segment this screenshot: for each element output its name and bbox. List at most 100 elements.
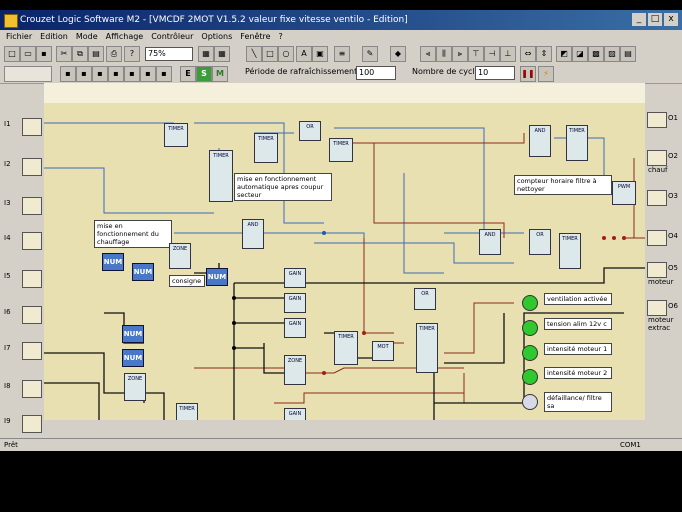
input-terminal-i5[interactable] (22, 270, 42, 288)
align-top-icon[interactable]: ⊤ (468, 46, 484, 62)
cut-icon[interactable]: ✂ (56, 46, 72, 62)
new-file-icon[interactable]: □ (4, 46, 20, 62)
help-icon[interactable]: ? (124, 46, 140, 62)
pen-color-icon[interactable]: ✎ (362, 46, 378, 62)
sim-tool-4-icon[interactable]: ▪ (108, 66, 124, 82)
sim-tool-2-icon[interactable]: ▪ (76, 66, 92, 82)
comment-auto-restart[interactable]: mise en fonctionnement automatique apres… (234, 173, 332, 201)
gain-block[interactable]: GAIN (284, 318, 306, 338)
copy-icon[interactable]: ⧉ (72, 46, 88, 62)
cycles-input[interactable]: 10 (475, 66, 515, 80)
output-terminal-o1[interactable] (647, 112, 667, 128)
sim-tool-6-icon[interactable]: ▪ (140, 66, 156, 82)
timer-block[interactable]: TIMER (254, 133, 278, 163)
output-terminal-o4[interactable] (647, 230, 667, 246)
input-terminal-i9[interactable] (22, 415, 42, 433)
menu-fichier[interactable]: Fichier (6, 30, 32, 43)
align-bottom-icon[interactable]: ⊥ (500, 46, 516, 62)
line-style-icon[interactable]: ≡ (334, 46, 350, 62)
numeric-constant-block[interactable]: NUM (132, 263, 154, 281)
numeric-constant-block[interactable]: NUM (102, 253, 124, 271)
ellipse-tool-icon[interactable]: ○ (278, 46, 294, 62)
grid-icon[interactable]: ▦ (198, 46, 214, 62)
comment-motor2-current[interactable]: intensité moteur 2 (544, 367, 612, 379)
or-gate-block[interactable]: OR (414, 288, 436, 310)
text-tool-icon[interactable]: A (296, 46, 312, 62)
comment-motor1-current[interactable]: intensité moteur 1 (544, 343, 612, 355)
simulation-mode-button[interactable]: S (196, 66, 212, 82)
sim-tool-1-icon[interactable]: ▪ (60, 66, 76, 82)
menu-fenetre[interactable]: Fenêtre (240, 30, 270, 43)
mot-block[interactable]: MOT (372, 341, 394, 361)
menu-edition[interactable]: Edition (40, 30, 68, 43)
timer-block[interactable]: TIMER (566, 125, 588, 161)
maximize-button[interactable]: □ (648, 13, 662, 26)
zone-compare-block[interactable]: ZONE (124, 373, 146, 401)
input-terminal-i7[interactable] (22, 342, 42, 360)
menu-affichage[interactable]: Affichage (106, 30, 144, 43)
timer-block[interactable]: TIMER (176, 403, 198, 420)
or-gate-block[interactable]: OR (529, 229, 551, 255)
input-terminal-i8[interactable] (22, 380, 42, 398)
edit-mode-button[interactable]: E (180, 66, 196, 82)
and-gate-block[interactable]: AND (479, 229, 501, 255)
open-file-icon[interactable]: ▭ (20, 46, 36, 62)
align-right-icon[interactable]: ⫸ (452, 46, 468, 62)
align-center-icon[interactable]: ⫼ (436, 46, 452, 62)
comment-ventilation-active[interactable]: ventilation activée (544, 293, 612, 305)
grid2-icon[interactable]: ▦ (214, 46, 230, 62)
input-terminal-i4[interactable] (22, 232, 42, 250)
group-icon[interactable]: ▩ (588, 46, 604, 62)
comment-filter-hour-counter[interactable]: compteur horaire filtre à nettoyer (514, 175, 612, 195)
sim-tool-3-icon[interactable]: ▪ (92, 66, 108, 82)
timer-block[interactable]: TIMER (329, 138, 353, 162)
ungroup-icon[interactable]: ▨ (604, 46, 620, 62)
zone-compare-block[interactable]: ZONE (169, 243, 191, 269)
align-middle-icon[interactable]: ⊣ (484, 46, 500, 62)
stop-icon[interactable]: ❚❚ (520, 66, 536, 82)
sim-tool-5-icon[interactable]: ▪ (124, 66, 140, 82)
distribute-v-icon[interactable]: ⇕ (536, 46, 552, 62)
timer-block[interactable]: TIMER (559, 233, 581, 269)
and-gate-block[interactable]: AND (242, 219, 264, 249)
zoom-select[interactable]: 75% (145, 47, 193, 61)
menu-help[interactable]: ? (279, 30, 283, 43)
properties-icon[interactable]: ▤ (620, 46, 636, 62)
save-icon[interactable]: ▪ (36, 46, 52, 62)
gain-block[interactable]: GAIN (284, 293, 306, 313)
align-left-icon[interactable]: ⫷ (420, 46, 436, 62)
fill-color-icon[interactable]: ◆ (390, 46, 406, 62)
paste-icon[interactable]: ▤ (88, 46, 104, 62)
send-back-icon[interactable]: ◪ (572, 46, 588, 62)
output-terminal-o6[interactable] (647, 300, 667, 316)
pwm-block[interactable]: PWM (612, 181, 636, 205)
numeric-constant-block[interactable]: NUM (206, 268, 228, 286)
image-tool-icon[interactable]: ▣ (312, 46, 328, 62)
monitoring-mode-button[interactable]: M (212, 66, 228, 82)
print-icon[interactable]: ⎙ (106, 46, 122, 62)
refresh-period-input[interactable]: 100 (356, 66, 396, 80)
line-tool-icon[interactable]: ╲ (246, 46, 262, 62)
distribute-h-icon[interactable]: ⇔ (520, 46, 536, 62)
function-palette[interactable] (4, 66, 52, 82)
and-gate-block[interactable]: AND (529, 125, 551, 157)
input-terminal-i1[interactable] (22, 118, 42, 136)
timer-block[interactable]: TIMER (334, 331, 358, 365)
diagram-canvas[interactable]: mise en fonctionnement automatique apres… (44, 103, 645, 420)
zone-compare-block[interactable]: ZONE (284, 355, 306, 385)
input-terminal-i3[interactable] (22, 197, 42, 215)
comment-setpoint[interactable]: consigne (169, 275, 205, 287)
timer-block[interactable]: TIMER (164, 123, 188, 147)
timer-block[interactable]: TIMER (416, 323, 438, 373)
comment-fault-filter[interactable]: défaillance/ filtre sa (544, 392, 612, 412)
minimize-button[interactable]: _ (632, 13, 646, 26)
sim-tool-7-icon[interactable]: ▪ (156, 66, 172, 82)
input-terminal-i6[interactable] (22, 306, 42, 324)
gain-block[interactable]: GAIN (284, 408, 306, 420)
run-icon[interactable]: ⚡ (538, 66, 554, 82)
or-gate-block[interactable]: OR (299, 121, 321, 141)
numeric-constant-block[interactable]: NUM (122, 349, 144, 367)
numeric-constant-block[interactable]: NUM (122, 325, 144, 343)
output-terminal-o3[interactable] (647, 190, 667, 206)
comment-supply-voltage[interactable]: tension alim 12v c (544, 318, 612, 330)
